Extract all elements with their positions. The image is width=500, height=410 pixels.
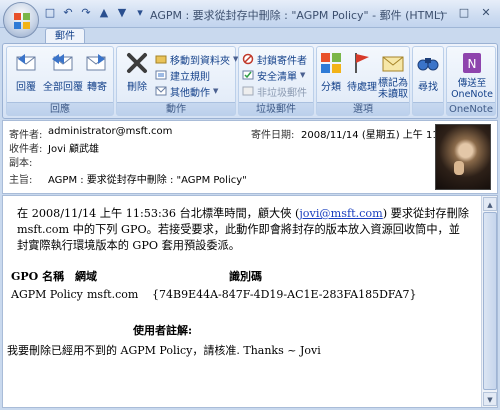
group-label-actions: 動作: [117, 102, 235, 115]
office-logo-icon: [14, 13, 30, 29]
to-label: 收件者:: [9, 144, 43, 155]
message-body: 在 2008/11/14 上午 11:53:36 台北標準時間，顧大俠 (jov…: [2, 195, 498, 408]
binoculars-icon: [417, 58, 439, 71]
group-options: 分類 待處理 標記為未讀取 選項: [316, 46, 410, 116]
not-junk-icon: [242, 86, 254, 96]
group-label-onenote: OneNote: [447, 102, 495, 115]
sender-photo: [435, 124, 491, 190]
chevron-down-icon: ▼: [213, 87, 219, 95]
comment-text: 我要刪除已經用不到的 AGPM Policy，請核准. Thanks ~ Jov…: [7, 344, 321, 357]
reply-icon: [16, 54, 36, 71]
other-actions-icon: [155, 86, 167, 96]
block-sender-button[interactable]: 封鎖寄件者: [242, 52, 307, 67]
office-button[interactable]: [3, 2, 39, 38]
reply-button[interactable]: 回覆: [9, 50, 43, 93]
group-respond: 回覆 全部回覆 轉寄 回應: [6, 46, 114, 116]
close-icon[interactable]: ✕: [476, 4, 496, 20]
scroll-up-icon[interactable]: ▲: [483, 197, 497, 211]
sent-value: 2008/11/14 (星期五) 上午 11:55: [301, 130, 455, 141]
window-controls: — □ ✕: [432, 4, 496, 20]
save-icon[interactable]: □: [43, 6, 57, 20]
to-value[interactable]: Jovi 顧武雄: [48, 140, 99, 155]
group-label-respond: 回應: [7, 102, 113, 115]
table-header-gpo-name: GPO 名稱: [11, 270, 65, 283]
mark-unread-icon: [382, 56, 404, 72]
down-arrow-icon[interactable]: ▼: [115, 6, 129, 20]
vertical-scrollbar[interactable]: ▲ ▼: [481, 196, 497, 407]
delete-button[interactable]: 刪除: [120, 50, 154, 93]
message-header: 寄件者: administrator@msft.com 寄件日期: 2008/1…: [2, 120, 498, 194]
group-label-options: 選項: [317, 102, 409, 115]
group-actions: 刪除 移動到資料夾 ▼ 建立規則 其他動作 ▼ 動作: [116, 46, 238, 116]
not-junk-button[interactable]: 非垃圾郵件: [242, 84, 307, 99]
scroll-thumb[interactable]: [483, 212, 497, 390]
follow-up-button[interactable]: 待處理: [346, 50, 378, 93]
maximize-icon[interactable]: □: [454, 4, 474, 20]
delete-icon: [127, 53, 147, 73]
forward-icon: [86, 54, 106, 71]
send-to-onenote-button[interactable]: N 傳送至OneNote: [448, 50, 496, 100]
up-arrow-icon[interactable]: ▲: [97, 6, 111, 20]
from-value[interactable]: administrator@msft.com: [48, 126, 172, 137]
reply-all-button[interactable]: 全部回覆: [43, 50, 83, 93]
email-link[interactable]: jovi@msft.com: [299, 207, 382, 220]
table-cell-domain: msft.com: [87, 288, 139, 301]
comment-title: 使用者註解:: [133, 324, 193, 337]
sent-label: 寄件日期:: [251, 130, 295, 141]
create-rule-button[interactable]: 建立規則: [155, 68, 210, 83]
chevron-down-icon: ▼: [300, 71, 306, 79]
scroll-down-icon[interactable]: ▼: [483, 392, 497, 406]
subject-value: AGPM : 要求從封存中刪除 : "AGPM Policy": [48, 175, 247, 186]
onenote-icon: N: [463, 53, 481, 73]
move-to-folder-button[interactable]: 移動到資料夾 ▼: [155, 52, 238, 67]
find-button[interactable]: 尋找: [413, 50, 443, 93]
other-actions-button[interactable]: 其他動作 ▼: [155, 84, 219, 99]
intro-paragraph: 在 2008/11/14 上午 11:53:36 台北標準時間，顧大俠 (jov…: [17, 207, 469, 252]
safe-list-button[interactable]: 安全清單 ▼: [242, 68, 306, 83]
categorize-icon: [321, 53, 341, 73]
safe-list-icon: [242, 70, 254, 80]
table-header-domain: 網域: [75, 270, 97, 283]
dropdown-icon[interactable]: ▾: [133, 6, 147, 20]
group-find: 尋找: [412, 46, 444, 116]
group-label-find: [413, 102, 443, 115]
from-label: 寄件者:: [9, 130, 43, 141]
table-header-id: 識別碼: [229, 270, 262, 283]
ribbon: 回覆 全部回覆 轉寄 回應 刪除 移動到資料夾 ▼ 建立規則 其他動作 ▼ 動作…: [2, 43, 498, 119]
forward-button[interactable]: 轉寄: [80, 50, 114, 93]
group-onenote: N 傳送至OneNote OneNote: [446, 46, 496, 116]
mark-unread-button[interactable]: 標記為未讀取: [377, 50, 409, 100]
quick-access-toolbar: □ ↶ ↷ ▲ ▼ ▾: [43, 6, 147, 20]
table-cell-gpo-name: AGPM Policy: [11, 288, 83, 301]
message-content: 在 2008/11/14 上午 11:53:36 台北標準時間，顧大俠 (jov…: [17, 206, 475, 254]
folder-icon: [155, 55, 167, 64]
undo-icon[interactable]: ↶: [61, 6, 75, 20]
flag-icon: [355, 53, 369, 73]
svg-text:N: N: [468, 57, 477, 71]
block-icon: [242, 53, 254, 65]
title-bar: □ ↶ ↷ ▲ ▼ ▾ AGPM : 要求從封存中刪除 : "AGPM Poli…: [0, 0, 500, 38]
redo-icon[interactable]: ↷: [79, 6, 93, 20]
subject-label: 主旨:: [9, 175, 33, 186]
window-title: AGPM : 要求從封存中刪除 : "AGPM Policy" - 郵件 (HT…: [150, 9, 445, 22]
cc-label: 副本:: [9, 158, 33, 169]
ribbon-tab-row: 郵件: [0, 28, 500, 45]
table-cell-id: {74B9E44A-847F-4D19-AC1E-283FA185DFA7}: [152, 288, 417, 301]
group-label-junk: 垃圾郵件: [239, 102, 313, 115]
group-junk: 封鎖寄件者 安全清單 ▼ 非垃圾郵件 垃圾郵件: [238, 46, 314, 116]
categorize-button[interactable]: 分類: [317, 50, 345, 93]
rule-icon: [155, 70, 167, 80]
minimize-icon[interactable]: —: [432, 4, 452, 20]
reply-all-icon: [52, 54, 73, 71]
